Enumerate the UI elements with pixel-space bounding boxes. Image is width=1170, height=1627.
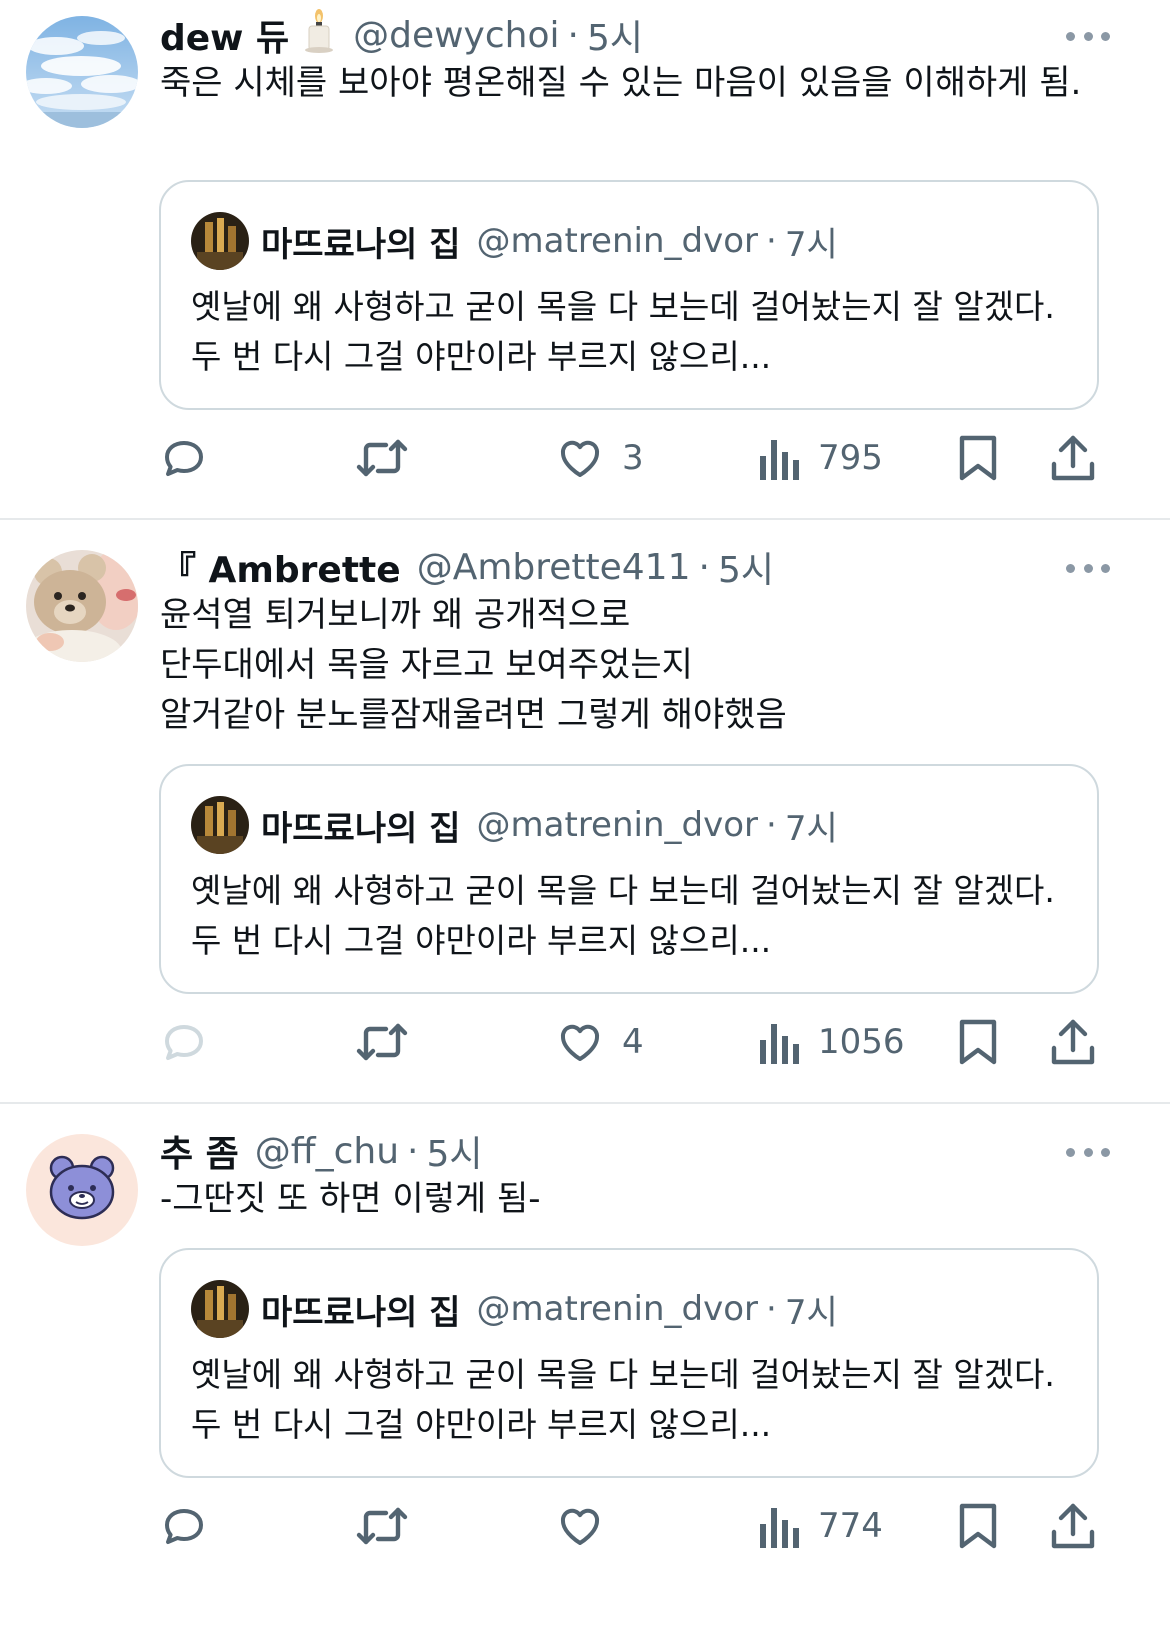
tweet-text: -그딴짓 또 하면 이렇게 됨- (160, 1179, 541, 1219)
timestamp[interactable]: 5시 (587, 9, 643, 61)
reply-button[interactable] (160, 1496, 208, 1556)
separator-dot: · (766, 221, 777, 261)
heart-icon (556, 1018, 604, 1066)
separator-dot: · (766, 805, 777, 845)
candle-icon (301, 8, 337, 63)
view-count: 795 (818, 438, 883, 478)
display-name[interactable]: dew 듀 (160, 9, 289, 61)
views-button[interactable]: 774 (760, 1496, 883, 1556)
more-icon[interactable] (1066, 1142, 1110, 1162)
bookmark-button[interactable] (958, 1012, 998, 1072)
display-name[interactable]: 『 Ambrette (160, 541, 401, 593)
like-count: 3 (622, 438, 644, 478)
tweet-header: 추 좀 @ff_chu · 5시 (160, 1126, 483, 1176)
quoted-timestamp: 7시 (784, 224, 838, 265)
view-count: 774 (818, 1506, 883, 1546)
heart-icon (556, 1502, 604, 1550)
views-icon (760, 436, 800, 480)
quoted-handle: @matrenin_dvor (476, 1289, 758, 1329)
quoted-timestamp: 7시 (784, 808, 838, 849)
action-bar: 4 1056 (0, 1012, 1170, 1072)
separator-dot: · (567, 14, 579, 56)
share-icon (1050, 434, 1096, 482)
bear-character-avatar-image (26, 1134, 138, 1246)
quoted-avatar (191, 1280, 249, 1338)
views-button[interactable]: 1056 (760, 1012, 905, 1072)
like-button[interactable]: 3 (556, 428, 644, 488)
reply-icon (160, 1502, 208, 1550)
quoted-header: 마뜨료나의 집 @matrenin_dvor · 7시 (261, 1284, 838, 1334)
view-count: 1056 (818, 1022, 905, 1062)
tweet-header: 『 Ambrette @Ambrette411 · 5시 (160, 542, 774, 592)
views-icon (760, 1504, 800, 1548)
tweet-divider (0, 518, 1170, 520)
display-name[interactable]: 추 좀 (160, 1125, 239, 1177)
share-icon (1050, 1018, 1096, 1066)
quoted-timestamp: 7시 (784, 1292, 838, 1333)
share-icon (1050, 1502, 1096, 1550)
quoted-handle: @matrenin_dvor (476, 805, 758, 845)
user-handle[interactable]: @dewychoi (353, 15, 559, 56)
bookmark-button[interactable] (958, 1496, 998, 1556)
quoted-text: 옛날에 왜 사형하고 굳이 목을 다 보는데 걸어놨는지 잘 알겠다. 두 번 … (191, 1355, 1055, 1444)
retweet-icon (356, 1502, 408, 1550)
quoted-tweet[interactable]: 마뜨료나의 집 @matrenin_dvor · 7시 옛날에 왜 사형하고 굳… (159, 180, 1099, 410)
quoted-avatar (191, 796, 249, 854)
quoted-display-name: 마뜨료나의 집 (261, 1292, 461, 1333)
like-button[interactable] (556, 1496, 622, 1556)
separator-dot: · (407, 1130, 419, 1172)
avatar[interactable] (26, 1134, 138, 1246)
share-button[interactable] (1050, 1496, 1096, 1556)
avatar[interactable] (26, 550, 138, 662)
tweet-text: 죽은 시체를 보아야 평온해질 수 있는 마음이 있음을 이해하게 됨. (160, 63, 1082, 103)
bookmark-button[interactable] (958, 428, 998, 488)
action-bar: 774 (0, 1496, 1170, 1556)
user-handle[interactable]: @Ambrette411 (417, 547, 691, 588)
quoted-tweet[interactable]: 마뜨료나의 집 @matrenin_dvor · 7시 옛날에 왜 사형하고 굳… (159, 1248, 1099, 1478)
teddy-bear-avatar-image (26, 550, 138, 662)
retweet-button[interactable] (356, 1496, 408, 1556)
user-handle[interactable]: @ff_chu (255, 1131, 399, 1172)
quoted-display-name: 마뜨료나의 집 (261, 224, 461, 265)
reply-button[interactable] (160, 1012, 208, 1072)
tweet-divider (0, 1102, 1170, 1104)
bookmark-icon (958, 1502, 998, 1550)
share-button[interactable] (1050, 1012, 1096, 1072)
sky-avatar-image (26, 16, 138, 128)
quoted-header: 마뜨료나의 집 @matrenin_dvor · 7시 (261, 216, 838, 266)
retweet-button[interactable] (356, 428, 408, 488)
bookmark-icon (958, 1018, 998, 1066)
reply-button[interactable] (160, 428, 208, 488)
reply-icon (160, 434, 208, 482)
more-icon[interactable] (1066, 558, 1110, 578)
more-icon[interactable] (1066, 26, 1110, 46)
quoted-display-name: 마뜨료나의 집 (261, 808, 461, 849)
quoted-header: 마뜨료나의 집 @matrenin_dvor · 7시 (261, 800, 838, 850)
tweet-header: dew 듀 @dewychoi · 5시 (160, 8, 643, 63)
views-button[interactable]: 795 (760, 428, 883, 488)
separator-dot: · (766, 1289, 777, 1329)
quoted-handle: @matrenin_dvor (476, 221, 758, 261)
quoted-avatar (191, 212, 249, 270)
reply-icon (160, 1018, 208, 1066)
timestamp[interactable]: 5시 (426, 1125, 482, 1177)
quoted-text: 옛날에 왜 사형하고 굳이 목을 다 보는데 걸어놨는지 잘 알겠다. 두 번 … (191, 287, 1055, 376)
like-count: 4 (622, 1022, 644, 1062)
views-icon (760, 1020, 800, 1064)
retweet-icon (356, 434, 408, 482)
avatar[interactable] (26, 16, 138, 128)
share-button[interactable] (1050, 428, 1096, 488)
quoted-tweet[interactable]: 마뜨료나의 집 @matrenin_dvor · 7시 옛날에 왜 사형하고 굳… (159, 764, 1099, 994)
timestamp[interactable]: 5시 (718, 541, 774, 593)
retweet-button[interactable] (356, 1012, 408, 1072)
action-bar: 3 795 (0, 428, 1170, 488)
retweet-icon (356, 1018, 408, 1066)
quoted-text: 옛날에 왜 사형하고 굳이 목을 다 보는데 걸어놨는지 잘 알겠다. 두 번 … (191, 871, 1055, 960)
tweet-text: 윤석열 퇴거보니까 왜 공개적으로 단두대에서 목을 자르고 보여주었는지 알거… (160, 595, 787, 735)
heart-icon (556, 434, 604, 482)
like-button[interactable]: 4 (556, 1012, 644, 1072)
bookmark-icon (958, 434, 998, 482)
separator-dot: · (698, 546, 710, 588)
